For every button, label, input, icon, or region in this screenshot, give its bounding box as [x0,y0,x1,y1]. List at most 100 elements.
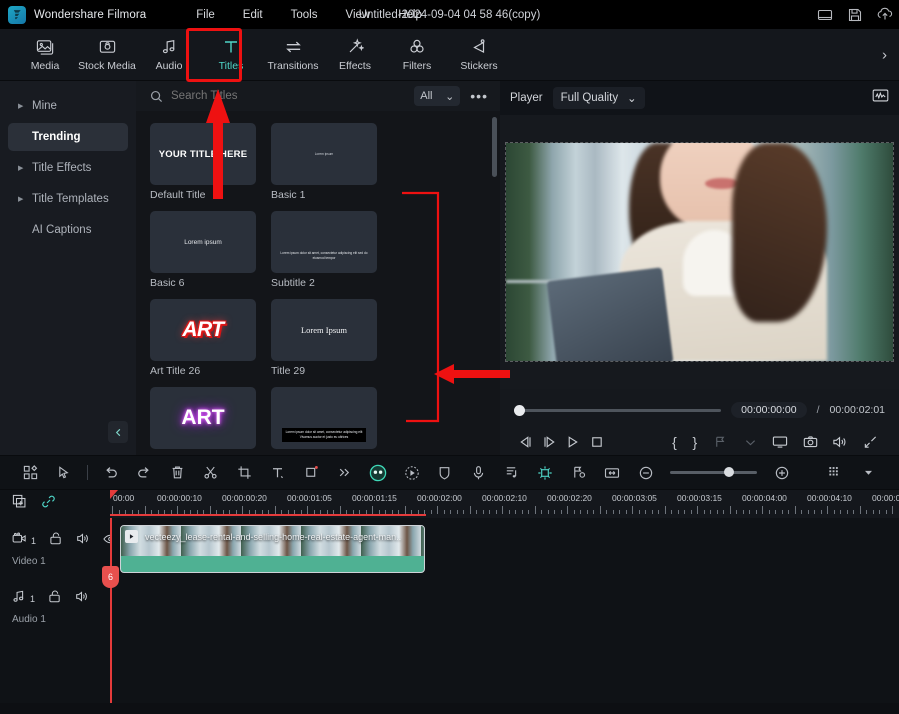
zoom-slider-knob[interactable] [723,467,734,477]
lock-icon[interactable] [49,532,63,550]
title-thumbnail[interactable]: ART [150,299,256,361]
menu-tools[interactable]: Tools [277,5,332,25]
fit-timeline-icon[interactable] [595,460,628,486]
ai-green-screen-icon[interactable] [361,460,394,486]
fullscreen-icon[interactable] [855,435,885,449]
ruler-tick [495,510,497,514]
title-thumbnail[interactable]: Lorem ipsum dolor sit amet, consectetur … [271,211,377,273]
ruler-tick [853,510,854,514]
crop-icon[interactable] [228,460,261,486]
tab-media[interactable]: Media [14,34,76,75]
record-voiceover-icon[interactable] [462,460,495,486]
category-trending[interactable]: Trending [8,123,128,151]
monitor-icon[interactable] [817,7,833,23]
playhead-line[interactable] [110,518,112,703]
volume-icon[interactable] [825,435,855,449]
menu-edit[interactable]: Edit [229,5,277,25]
title-template-item[interactable]: ART [150,387,256,449]
video-camera-icon[interactable] [12,532,27,550]
add-media-icon[interactable] [12,494,27,514]
shield-stabilize-icon[interactable] [428,460,461,486]
marker-icon[interactable] [562,460,595,486]
seek-knob[interactable] [514,404,525,416]
title-template-item[interactable]: Lorem ipsum dolor sit amet, consectetur … [271,211,377,289]
title-thumbnail[interactable]: ART [150,387,256,449]
time-ruler[interactable]: 00:00 00:00:00:10 00:00:00:20 00:00:01:0… [110,490,899,518]
mute-icon[interactable] [75,590,89,608]
waveform-monitor-icon[interactable] [872,88,889,108]
video-preview[interactable] [505,142,894,362]
playhead-badge[interactable]: 6 [102,566,119,588]
dropdown-caret-icon[interactable] [851,460,884,486]
timeline-clip[interactable]: vecteezy_lease-rental-and-selling-home-r… [120,525,425,573]
more-options-button[interactable]: ••• [468,88,490,104]
menu-file[interactable]: File [182,5,229,25]
tab-titles[interactable]: Titles [200,34,262,75]
seek-slider[interactable] [514,404,722,416]
tab-audio[interactable]: Audio [138,34,200,75]
play-button[interactable] [561,435,584,449]
tab-stock-media[interactable]: Stock Media [76,34,138,75]
lock-icon[interactable] [48,590,62,608]
title-thumbnail[interactable]: Lorem ipsum [271,123,377,185]
category-ai-captions[interactable]: AI Captions [8,216,128,244]
next-frame-button[interactable] [537,435,560,449]
category-title-effects[interactable]: ▶ Title Effects [8,154,128,182]
title-template-item[interactable]: Lorem ipsum dolor sit amet, consectetur … [271,387,377,449]
mask-shape-icon[interactable] [294,460,327,486]
ruler-tick [651,510,653,514]
mark-in-button[interactable]: { [664,434,684,450]
grid-view-icon[interactable] [14,460,47,486]
title-thumbnail[interactable]: Lorem ipsum dolor sit amet, consectetur … [271,387,377,449]
category-mine[interactable]: ▶ Mine [8,92,128,120]
stop-button[interactable] [584,435,607,449]
display-icon[interactable] [765,435,795,449]
tab-filters[interactable]: Filters [386,34,448,75]
category-title-templates[interactable]: ▶ Title Templates [8,185,128,213]
split-marker-icon[interactable] [705,435,735,449]
collapse-panel-button[interactable] [108,421,128,443]
grid-scrollbar[interactable] [492,117,497,177]
redo-icon[interactable] [127,460,160,486]
save-icon[interactable] [847,7,863,23]
title-thumbnail[interactable]: Lorem Ipsum [271,299,377,361]
tab-stickers[interactable]: Stickers [448,34,510,75]
select-cursor-icon[interactable] [47,460,80,486]
filter-dropdown[interactable]: All ⌄ [414,86,461,106]
title-thumbnail[interactable]: YOUR TITLE HERE [150,123,256,185]
title-template-item[interactable]: Lorem ipsum Basic 6 [150,211,256,289]
title-template-item[interactable]: Lorem Ipsum Title 29 [271,299,377,377]
zoom-in-icon[interactable] [765,460,798,486]
search-input[interactable] [171,90,407,102]
mute-icon[interactable] [76,532,90,550]
mark-out-button[interactable]: } [685,434,705,450]
auto-reframe-icon[interactable] [529,460,562,486]
prev-frame-button[interactable] [514,435,537,449]
split-scissors-icon[interactable] [194,460,227,486]
delete-trash-icon[interactable] [161,460,194,486]
track-lanes[interactable]: vecteezy_lease-rental-and-selling-home-r… [102,518,899,703]
link-chain-icon[interactable] [41,494,56,514]
text-tool-icon[interactable] [261,460,294,486]
title-template-item[interactable]: YOUR TITLE HERE Default Title [150,123,256,201]
top-tool-tabs: Media Stock Media Audio Titles Transitio… [0,29,899,81]
tab-transitions[interactable]: Transitions [262,34,324,75]
title-template-item[interactable]: ART Art Title 26 [150,299,256,377]
quality-dropdown[interactable]: Full Quality ⌄ [552,87,645,109]
more-chevrons-icon[interactable] [328,460,361,486]
audio-detach-icon[interactable] [495,460,528,486]
snapshot-camera-icon[interactable] [795,435,825,449]
chevron-down-icon[interactable] [735,438,765,447]
ruler-tick [346,510,347,514]
zoom-out-icon[interactable] [629,460,662,486]
timeline-zoom-slider[interactable] [670,467,757,477]
export-upload-icon[interactable] [877,7,893,23]
title-thumbnail[interactable]: Lorem ipsum [150,211,256,273]
undo-icon[interactable] [94,460,127,486]
tab-effects[interactable]: Effects [324,34,386,75]
tabs-more-chevron-icon[interactable]: › [882,46,887,63]
music-note-icon[interactable] [12,590,26,608]
render-preview-icon[interactable] [818,460,851,486]
auto-motion-icon[interactable] [395,460,428,486]
title-template-item[interactable]: Lorem ipsum Basic 1 [271,123,377,201]
